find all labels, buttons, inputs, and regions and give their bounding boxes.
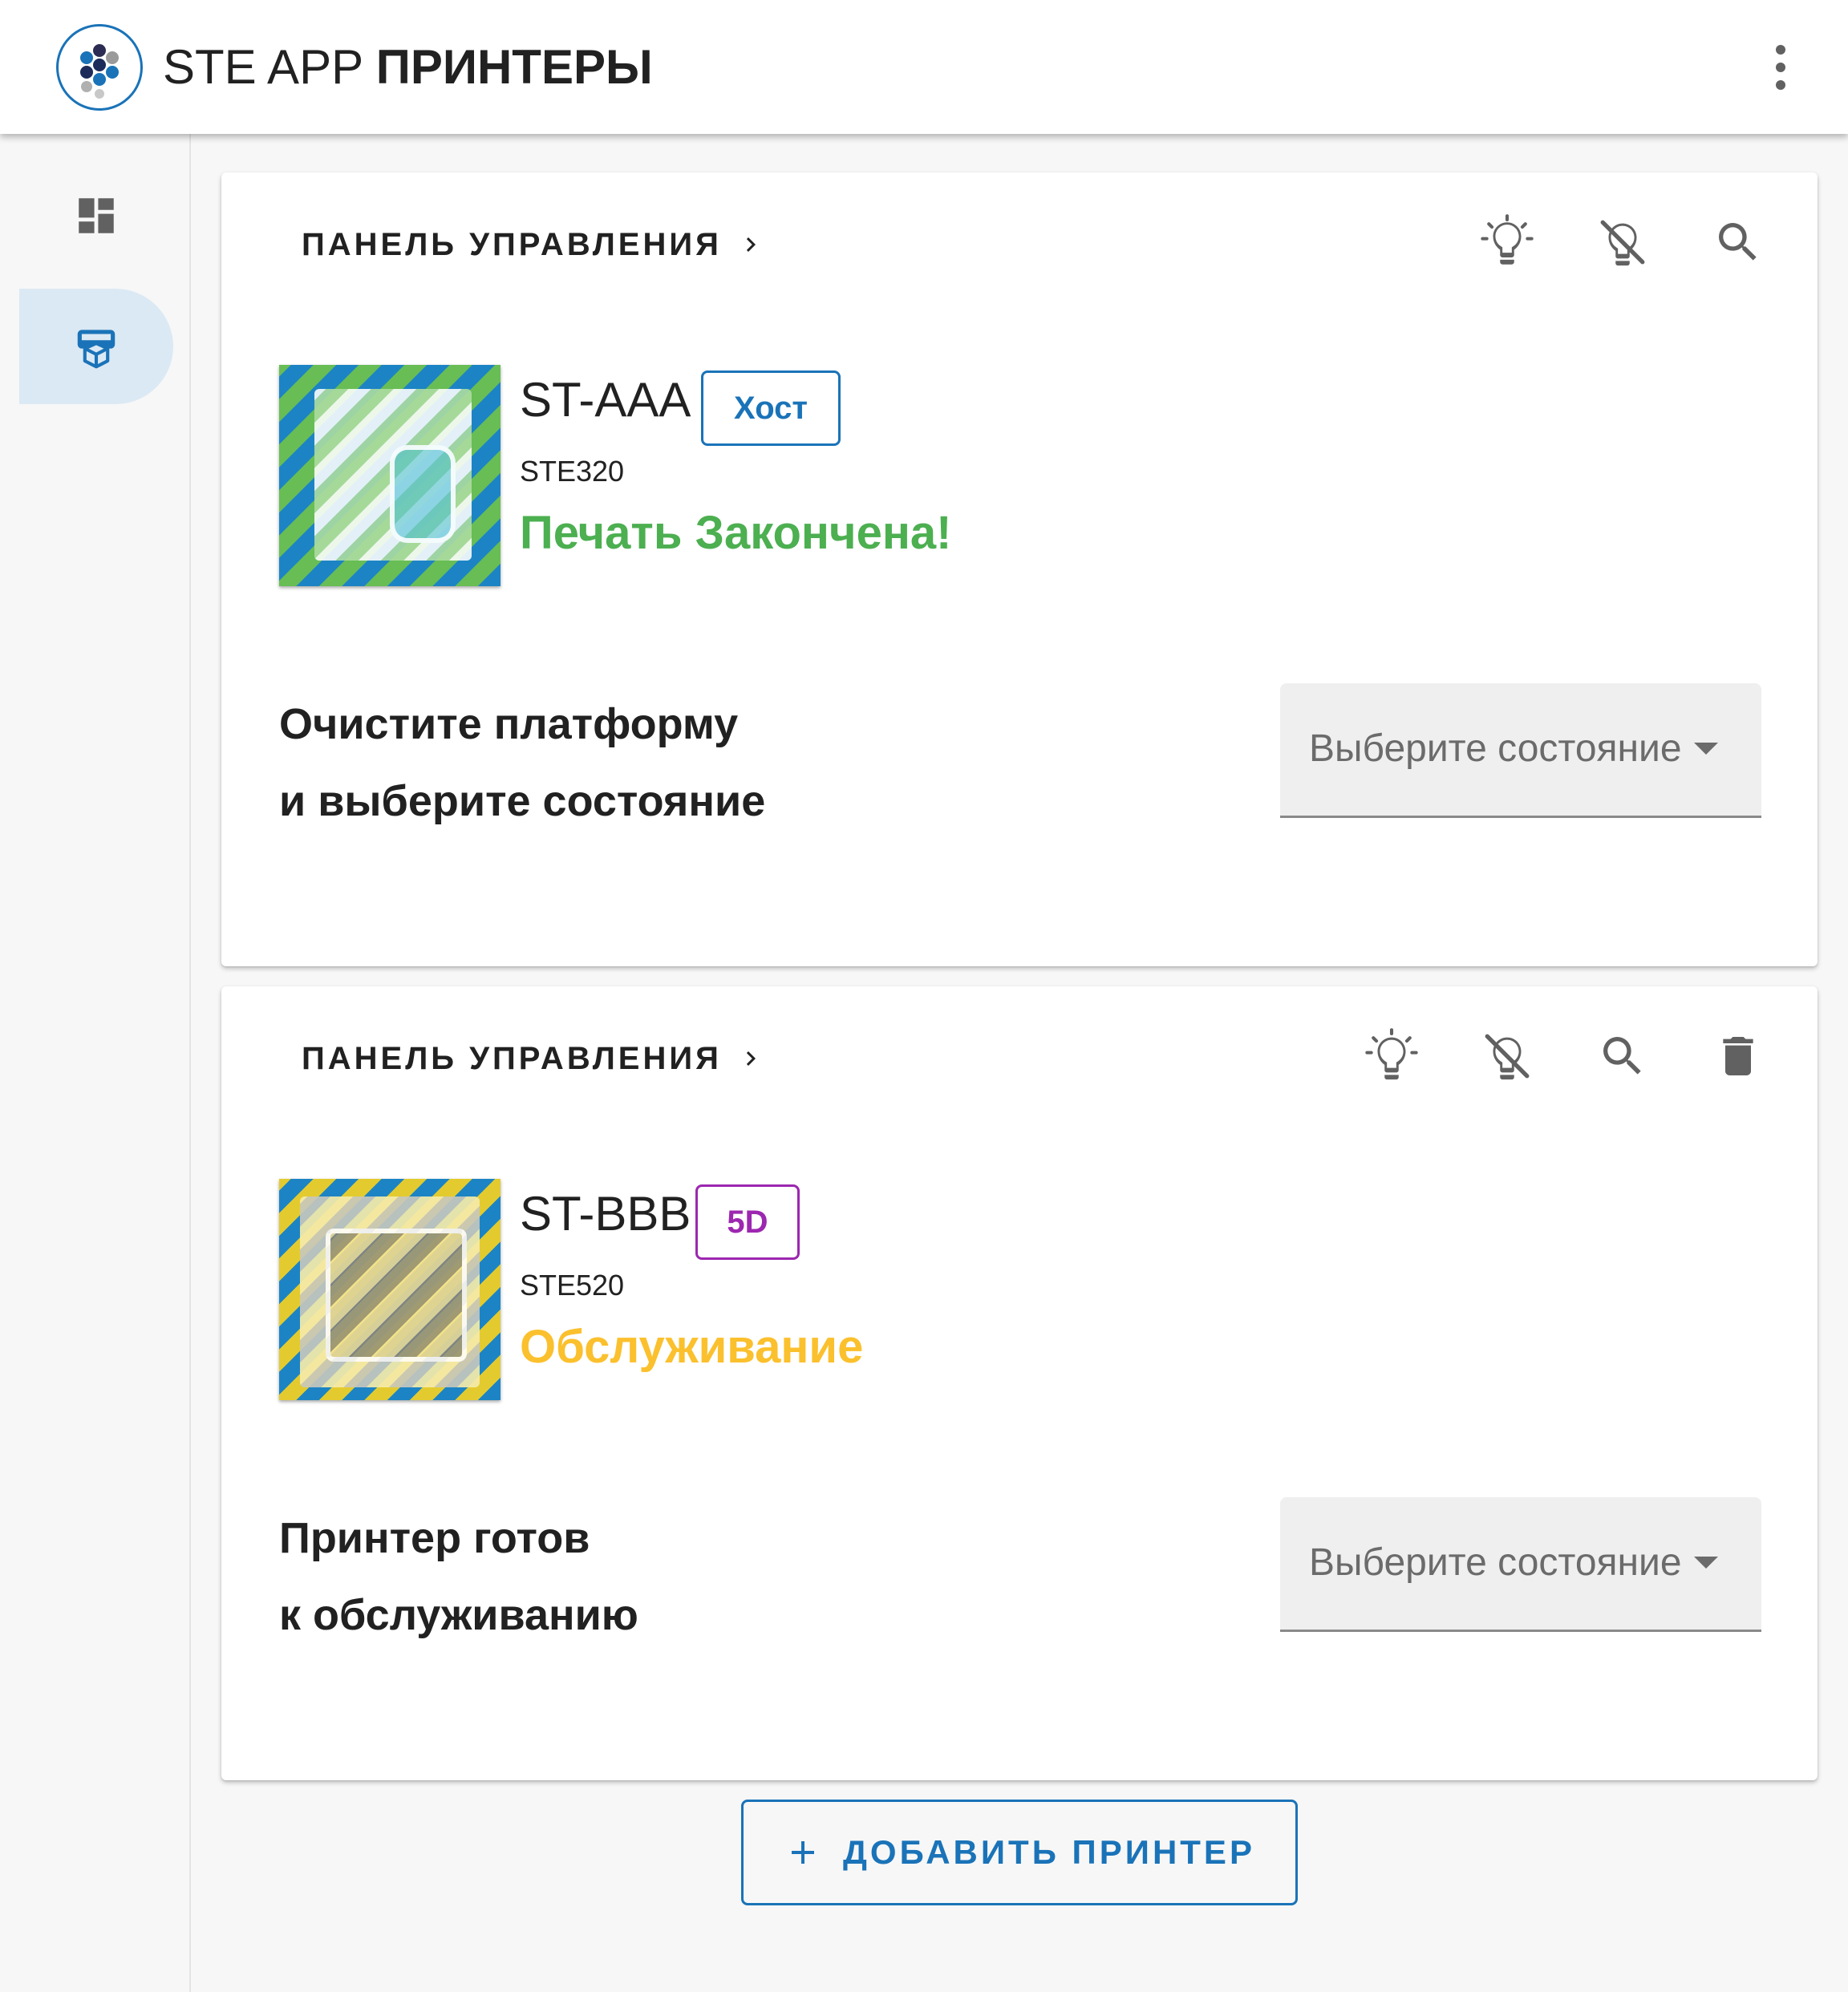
light-on-icon xyxy=(1481,214,1534,265)
app-title: STE APP ПРИНТЕРЫ xyxy=(163,37,653,98)
sidebar-item-dashboard[interactable] xyxy=(64,184,128,248)
printer-image xyxy=(279,365,500,586)
app-name: STE APP xyxy=(163,40,363,94)
printer-name: ST-AAA xyxy=(520,373,691,427)
page-title: ПРИНТЕРЫ xyxy=(375,40,653,94)
breadcrumb-label: ПАНЕЛЬ УПРАВЛЕНИЯ xyxy=(302,226,722,262)
instruction-line: и выберите состояние xyxy=(279,777,766,825)
chevron-right-icon xyxy=(746,237,756,252)
instruction-line: к обслуживанию xyxy=(279,1591,638,1639)
printer-instruction: Принтер готов к обслуживанию xyxy=(279,1500,889,1654)
search-icon xyxy=(1603,1037,1641,1075)
printer-model: STE520 xyxy=(520,1269,625,1302)
instruction-line: Принтер готов xyxy=(279,1514,590,1562)
light-off-icon xyxy=(1600,220,1645,266)
light-on-button[interactable] xyxy=(1468,203,1546,281)
instruction-line: Очистите платформу xyxy=(279,700,739,748)
control-panel-link[interactable]: ПАНЕЛЬ УПРАВЛЕНИЯ xyxy=(302,1026,765,1091)
printer-tag-badge: Хост xyxy=(701,370,841,446)
printer-name: ST-BBB xyxy=(520,1187,691,1241)
side-rail xyxy=(0,134,191,1992)
search-button[interactable] xyxy=(1699,203,1777,281)
delete-button[interactable] xyxy=(1699,1017,1777,1095)
state-select[interactable]: Выберите состояние xyxy=(1280,683,1761,818)
printer-status: Обслуживание xyxy=(520,1321,864,1373)
app-logo-icon[interactable] xyxy=(56,24,143,111)
card-actions xyxy=(1468,203,1777,281)
chevron-right-icon xyxy=(746,1051,756,1066)
printer-card: ПАНЕЛЬ УПРАВЛЕНИЯ ST-AAA Хост STE320 Печ… xyxy=(221,172,1818,966)
light-on-button[interactable] xyxy=(1352,1017,1431,1095)
printer-tag-badge: 5D xyxy=(695,1184,800,1260)
printer-status: Печать Закончена! xyxy=(520,507,952,559)
card-actions xyxy=(1352,1017,1777,1095)
printer-icon xyxy=(77,330,116,369)
delete-icon xyxy=(1723,1037,1753,1075)
state-select-placeholder: Выберите состояние xyxy=(1309,727,1682,770)
search-icon xyxy=(1719,223,1757,261)
printer-card: ПАНЕЛЬ УПРАВЛЕНИЯ ST-BBB 5D STE520 Обслу… xyxy=(221,986,1818,1780)
app-bar: STE APP ПРИНТЕРЫ xyxy=(0,0,1848,134)
light-off-button[interactable] xyxy=(1583,203,1662,281)
dropdown-arrow-icon xyxy=(1694,1557,1718,1569)
sidebar-item-printers[interactable] xyxy=(19,289,173,404)
light-off-button[interactable] xyxy=(1468,1017,1546,1095)
more-vert-icon[interactable] xyxy=(1765,35,1797,99)
search-button[interactable] xyxy=(1583,1017,1662,1095)
printer-image-window xyxy=(390,445,456,543)
printer-model: STE320 xyxy=(520,455,625,488)
light-off-icon xyxy=(1485,1034,1530,1080)
dashboard-icon xyxy=(79,198,114,233)
state-select[interactable]: Выберите состояние xyxy=(1280,1497,1761,1632)
light-on-icon xyxy=(1365,1028,1418,1080)
dropdown-arrow-icon xyxy=(1694,743,1718,755)
add-printer-label: ДОБАВИТЬ ПРИНТЕР xyxy=(843,1833,1255,1871)
control-panel-link[interactable]: ПАНЕЛЬ УПРАВЛЕНИЯ xyxy=(302,213,765,277)
plus-icon xyxy=(792,1841,815,1864)
state-select-placeholder: Выберите состояние xyxy=(1309,1541,1682,1584)
printer-instruction: Очистите платформу и выберите состояние xyxy=(279,686,889,840)
printer-image-window xyxy=(326,1229,467,1362)
add-printer-button[interactable]: ДОБАВИТЬ ПРИНТЕР xyxy=(741,1800,1298,1905)
breadcrumb-label: ПАНЕЛЬ УПРАВЛЕНИЯ xyxy=(302,1040,722,1076)
hexagon-logo-graphic xyxy=(80,44,119,99)
printer-image xyxy=(279,1179,500,1400)
